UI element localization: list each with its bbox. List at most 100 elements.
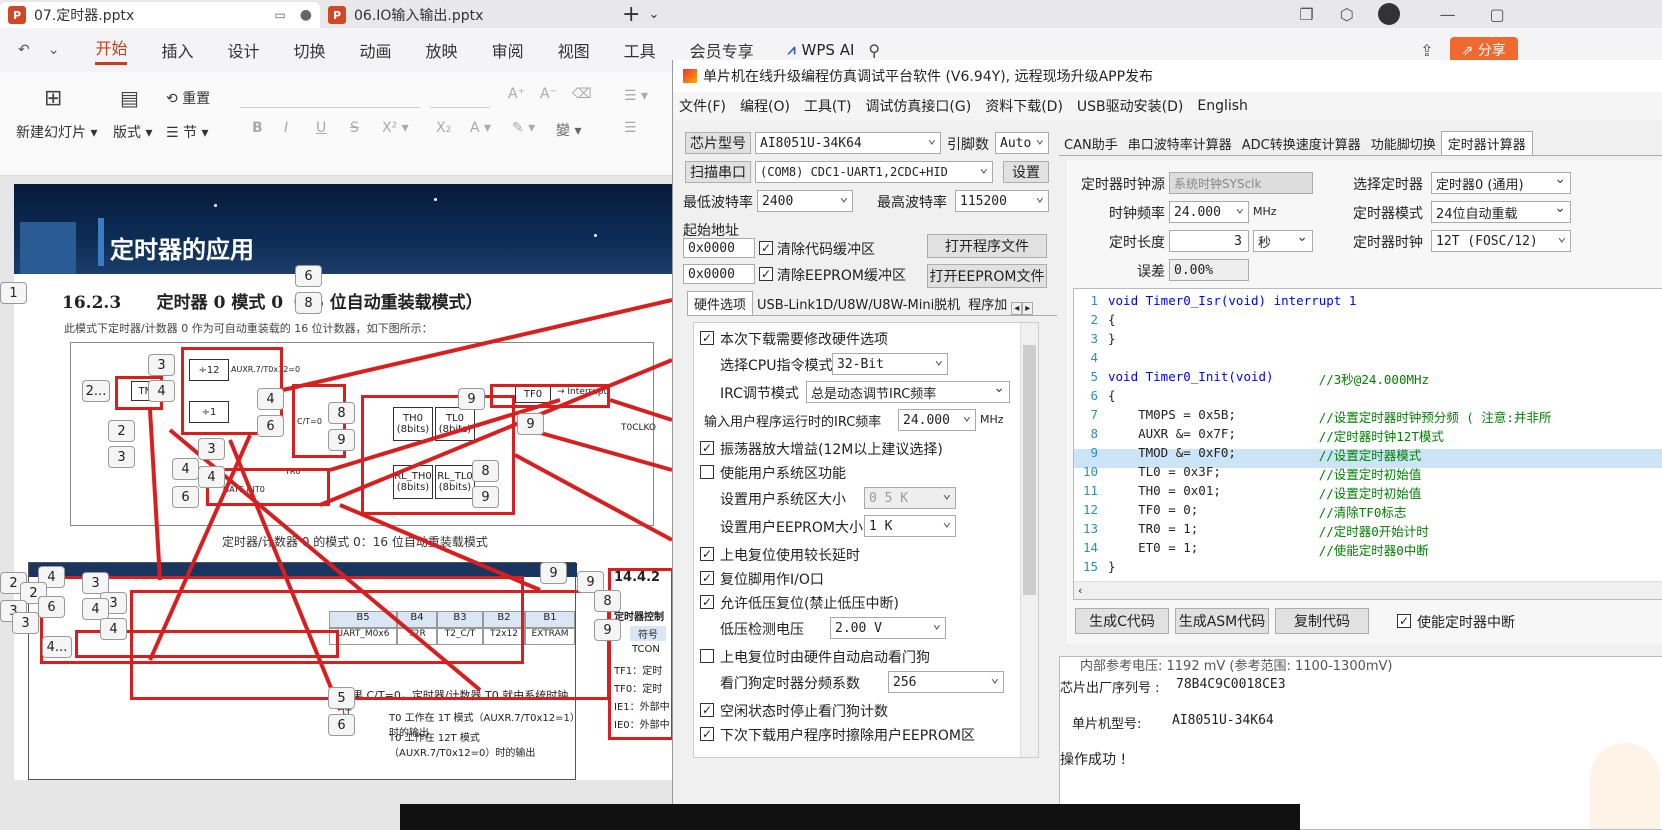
scan-port-button[interactable]: 扫描串口 <box>685 161 751 183</box>
eeprom-addr-input[interactable]: 0x0000 <box>683 264 755 284</box>
timer-length-input[interactable]: 3 <box>1169 230 1249 252</box>
settings-button[interactable]: 设置 <box>1003 161 1049 183</box>
badge: 9 <box>594 619 621 641</box>
erase-eeprom-checkbox[interactable]: ✓ <box>700 727 714 741</box>
badge: 4 <box>257 388 284 410</box>
code-line: 15} <box>1082 559 1116 574</box>
code-line: 3} <box>1090 331 1116 346</box>
irc-mode-select[interactable]: 总是动态调节IRC频率 <box>806 380 1010 403</box>
tab-program-add[interactable]: 程序加 <box>964 292 1011 315</box>
badge: 3 <box>108 446 135 468</box>
annotation-lines <box>148 298 673 711</box>
timer-length-label: 定时长度 <box>1109 235 1165 251</box>
chip-select[interactable]: AI8051U-34K64 <box>755 131 941 154</box>
long-delay-checkbox[interactable]: ✓ <box>700 547 714 561</box>
mascot-image <box>1590 743 1660 829</box>
badge: 3 <box>82 572 109 594</box>
scroll-left-icon[interactable]: ‹ <box>1078 584 1082 597</box>
scrollbar-thumb[interactable] <box>1023 345 1036 595</box>
clear-code-checkbox[interactable]: ✓ <box>759 241 773 255</box>
timer-mode-select[interactable]: 24位自动重载 <box>1431 200 1571 223</box>
reset-io-checkbox[interactable]: ✓ <box>700 571 714 585</box>
irc-freq-select[interactable]: 24.000 <box>898 408 976 431</box>
menu-download[interactable]: 资料下载(D) <box>985 96 1063 116</box>
min-baud-label: 最低波特率 <box>683 195 753 211</box>
avatar[interactable] <box>1377 3 1400 25</box>
menu-file[interactable]: 文件(F) <box>679 96 726 116</box>
wdt-div-select[interactable]: 256 <box>888 670 1004 693</box>
hw-scrollbar[interactable] <box>1020 323 1038 757</box>
low-volt-checkbox[interactable]: ✓ <box>700 595 714 609</box>
badge: 8 <box>472 460 499 482</box>
cloud-upload-icon[interactable]: ⇪ <box>1420 41 1433 60</box>
tab-can[interactable]: CAN助手 <box>1059 132 1123 155</box>
window-icon[interactable]: ❐ <box>1299 5 1313 24</box>
pins-select[interactable]: Auto <box>995 131 1049 154</box>
enable-int-checkbox[interactable]: ✓ <box>1397 614 1411 628</box>
tab-scroll-right-icon[interactable]: ▸ <box>1022 302 1034 315</box>
badge: 6 <box>172 486 199 508</box>
timer-calc-panel: 定时器时钟源 系统时钟SYSclk 选择定时器 定时器0 (通用) 时钟频率 2… <box>1067 160 1662 644</box>
tab-usb-link[interactable]: USB-Link1D/U8W/U8W-Mini脱机 <box>753 292 964 315</box>
clear-eeprom-checkbox[interactable]: ✓ <box>759 267 773 281</box>
low-volt-value-label: 低压检测电压 <box>720 622 804 638</box>
minimize-icon[interactable]: — <box>1440 5 1456 24</box>
code-line: 7 TM0PS = 0x5B; //设置定时器时钟预分频 ( 注意:并非所 <box>1090 407 1552 425</box>
badge: 9 <box>328 429 355 451</box>
clock-freq-select[interactable]: 24.000 <box>1169 200 1249 223</box>
open-eeprom-button[interactable]: 打开EEPROM文件 <box>927 264 1047 288</box>
menu-tools[interactable]: 工具(T) <box>804 96 851 116</box>
sys-area-checkbox[interactable] <box>700 465 714 479</box>
menu-english[interactable]: English <box>1197 98 1248 114</box>
code-line: 11 TH0 = 0x01; //设置定时初始值 <box>1082 483 1422 501</box>
timer-clock-select[interactable]: 12T (FOSC/12) <box>1431 229 1571 252</box>
tab-baud-calc[interactable]: 串口波特率计算器 <box>1123 132 1237 155</box>
tab-scroll-left-icon[interactable]: ◂ <box>1011 302 1023 315</box>
clock-src-select[interactable]: 系统时钟SYSclk <box>1169 172 1313 194</box>
cpu-mode-label: 选择CPU指令模式 <box>720 358 833 374</box>
eeprom-size-select[interactable]: 1 K <box>864 514 956 537</box>
watchdog-checkbox[interactable] <box>700 649 714 663</box>
badge: 4 <box>172 458 199 480</box>
code-editor[interactable]: 1 void Timer0_Isr(void) interrupt 1 2{ 3}… <box>1073 288 1662 600</box>
gen-asm-button[interactable]: 生成ASM代码 <box>1175 608 1269 634</box>
menu-usb-driver[interactable]: USB驱动安装(D) <box>1077 96 1183 116</box>
code-hscrollbar[interactable]: ‹ <box>1074 581 1662 599</box>
gen-c-button[interactable]: 生成C代码 <box>1075 608 1169 634</box>
menu-program[interactable]: 编程(O) <box>740 96 790 116</box>
code-addr-input[interactable]: 0x0000 <box>683 238 755 258</box>
amp-checkbox[interactable]: ✓ <box>700 441 714 455</box>
maximize-icon[interactable]: ▢ <box>1490 5 1505 24</box>
select-timer-select[interactable]: 定时器0 (通用) <box>1431 171 1571 194</box>
copy-code-button[interactable]: 复制代码 <box>1275 608 1369 634</box>
right-tab-bar: CAN助手 串口波特率计算器 ADC转换速度计算器 功能脚切换 定时器计算器 <box>1059 131 1662 156</box>
modify-hw-checkbox[interactable]: ✓ <box>700 331 714 345</box>
open-program-button[interactable]: 打开程序文件 <box>927 234 1047 258</box>
low-volt-select[interactable]: 2.00 V <box>830 616 946 639</box>
cpu-mode-select[interactable]: 32-Bit <box>832 352 948 375</box>
sys-size-select[interactable]: 0 5 K <box>864 486 956 509</box>
clock-src-label: 定时器时钟源 <box>1081 177 1165 193</box>
idle-stop-checkbox[interactable]: ✓ <box>700 703 714 717</box>
clock-freq-label: 时钟频率 <box>1109 206 1165 222</box>
enable-int-label: 使能定时器中断 <box>1417 615 1515 631</box>
tab-hardware[interactable]: 硬件选项 <box>687 291 754 315</box>
menu-debug[interactable]: 调试仿真接口(G) <box>865 96 971 116</box>
tab-pin-switch[interactable]: 功能脚切换 <box>1366 132 1441 155</box>
min-baud-select[interactable]: 2400 <box>757 189 853 212</box>
sys-area-label: 使能用户系统区功能 <box>720 466 846 482</box>
max-baud-select[interactable]: 115200 <box>955 189 1049 212</box>
search-icon[interactable]: ⚲ <box>868 41 880 60</box>
log-success: 操作成功 ! <box>1060 752 1127 768</box>
chip-type-button[interactable]: 芯片型号 <box>685 132 751 154</box>
amp-label: 振荡器放大增益(12M以上建议选择) <box>720 442 943 458</box>
low-volt-label: 允许低压复位(禁止低压中断) <box>720 596 899 612</box>
timer-mode-label: 定时器模式 <box>1353 206 1423 222</box>
timer-length-unit-select[interactable]: 秒 <box>1253 229 1313 252</box>
wps-ai-button[interactable]: WPS AI <box>802 41 855 59</box>
tab-timer-calc[interactable]: 定时器计算器 <box>1440 131 1533 155</box>
tab-adc-calc[interactable]: ADC转换速度计算器 <box>1237 132 1366 155</box>
error-label: 误差 <box>1137 264 1165 280</box>
cube-icon[interactable]: ⬡ <box>1340 5 1354 24</box>
port-select[interactable]: (COM8) CDC1-UART1,2CDC+HID <box>755 160 993 183</box>
